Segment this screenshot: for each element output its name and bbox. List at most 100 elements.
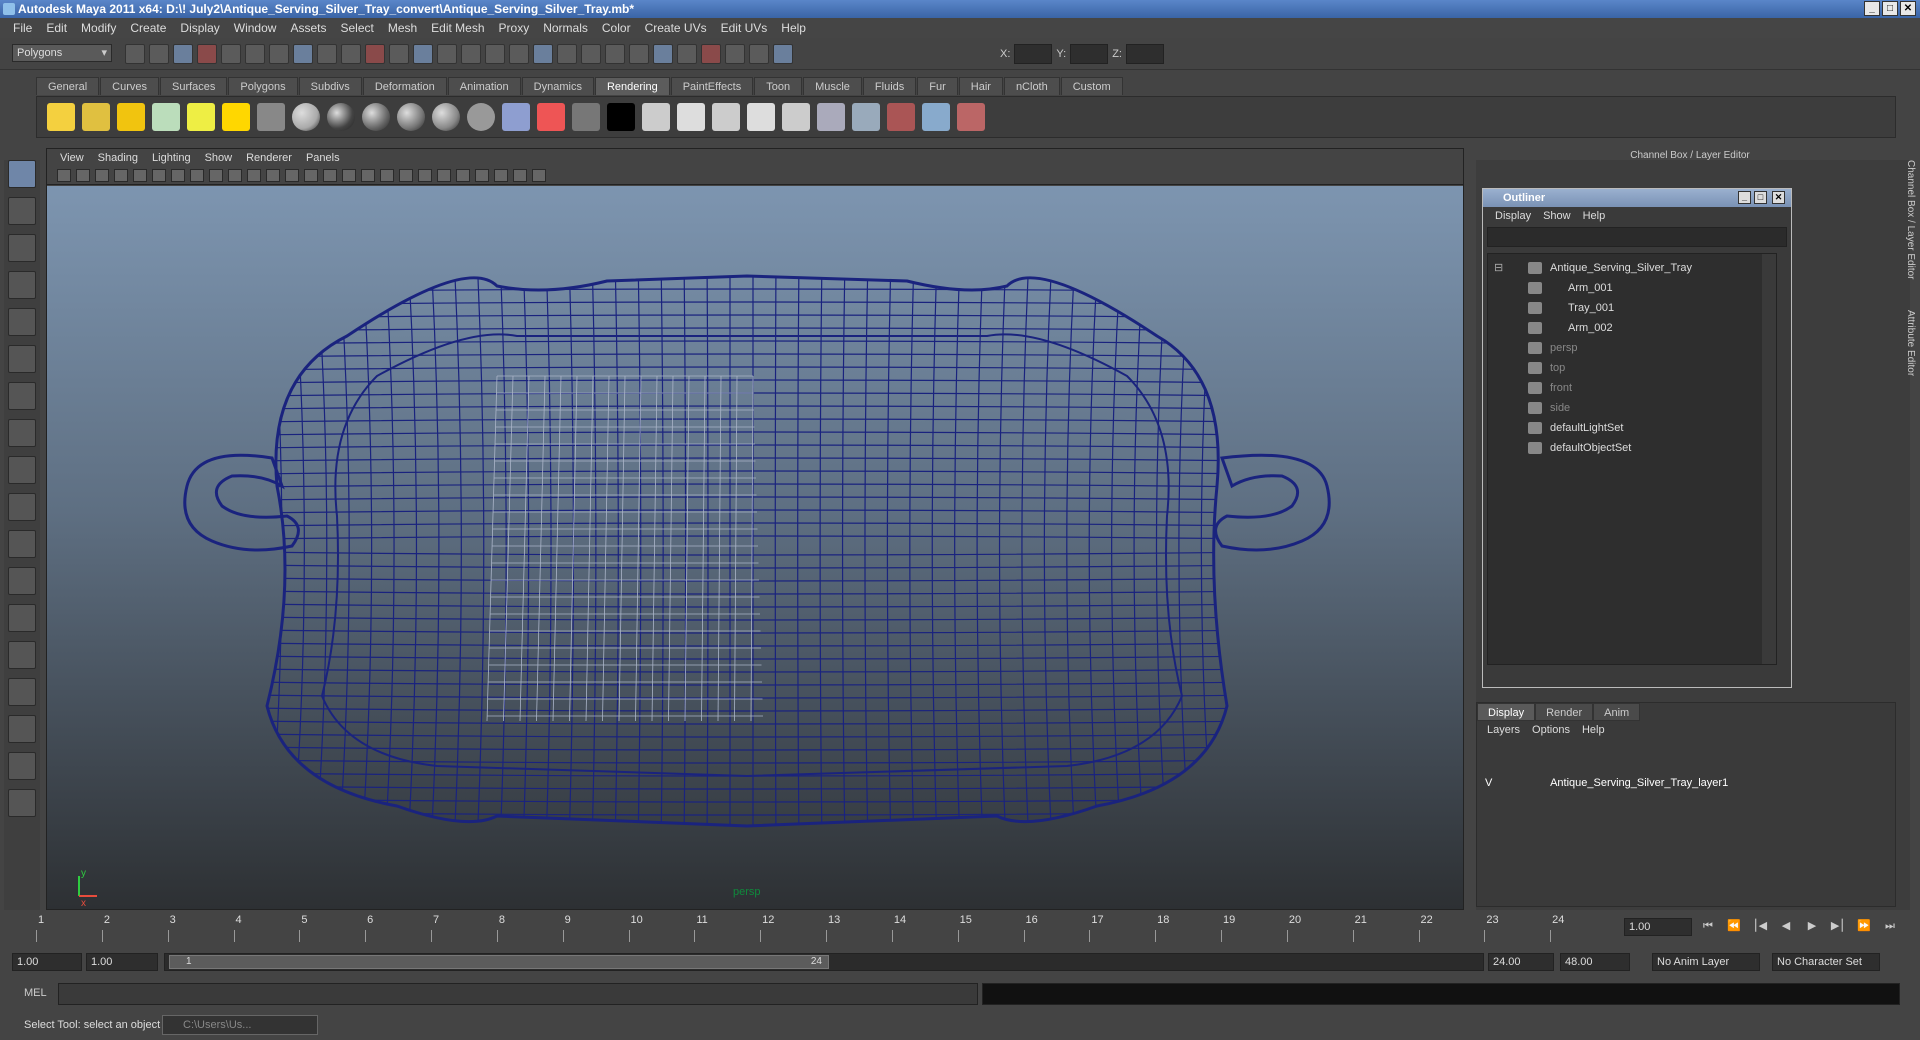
viewport-menu-view[interactable]: View — [53, 152, 91, 164]
side-tab-channel-box[interactable]: Channel Box / Layer Editor — [1900, 160, 1916, 290]
y-field[interactable] — [1070, 44, 1109, 64]
status-tool-icon[interactable] — [461, 44, 481, 64]
status-tool-icon[interactable] — [701, 44, 721, 64]
select-tool-icon[interactable] — [8, 160, 36, 188]
step-forward-key-icon[interactable]: ▶⎮ — [1830, 918, 1846, 934]
shelf-tool-icon[interactable] — [397, 103, 425, 131]
menu-file[interactable]: File — [6, 21, 39, 35]
outliner-maximize-button[interactable]: □ — [1754, 191, 1767, 204]
shelf-tool-icon[interactable] — [677, 103, 705, 131]
outliner-item[interactable]: top — [1488, 358, 1776, 378]
shelf-tool-icon[interactable] — [747, 103, 775, 131]
shelf-tool-icon[interactable] — [817, 103, 845, 131]
status-tool-icon[interactable] — [413, 44, 433, 64]
viewport-tool-icon[interactable] — [133, 169, 147, 182]
script-layout-icon[interactable] — [8, 752, 36, 780]
viewport-tool-icon[interactable] — [494, 169, 508, 182]
shelf-tool-icon[interactable] — [642, 103, 670, 131]
close-button[interactable]: ✕ — [1900, 1, 1916, 16]
command-language-label[interactable]: MEL — [24, 987, 47, 999]
outliner-item[interactable]: persp — [1488, 338, 1776, 358]
menu-proxy[interactable]: Proxy — [492, 21, 537, 35]
layer-tab-anim[interactable]: Anim — [1593, 703, 1641, 721]
time-slider[interactable]: 1 2 3 4 5 6 7 8 9 10 11 12 13 14 15 16 17 18 19 20 21 22 23 24 — [12, 912, 1624, 944]
shelf-tab-curves[interactable]: Curves — [100, 77, 159, 95]
viewport-tool-icon[interactable] — [342, 169, 356, 182]
status-tool-icon[interactable] — [245, 44, 265, 64]
status-tool-icon[interactable] — [149, 44, 169, 64]
status-tool-icon[interactable] — [365, 44, 385, 64]
range-slider[interactable]: 1 24 — [164, 953, 1484, 971]
shelf-tool-icon[interactable] — [82, 103, 110, 131]
side-tab-attribute-editor[interactable]: Attribute Editor — [1900, 310, 1916, 400]
go-to-start-icon[interactable]: ⏮ — [1700, 918, 1716, 934]
menu-display[interactable]: Display — [173, 21, 226, 35]
layer-visibility-toggle[interactable]: V — [1485, 773, 1507, 793]
shelf-tab-polygons[interactable]: Polygons — [228, 77, 298, 95]
viewport-tool-icon[interactable] — [285, 169, 299, 182]
menu-window[interactable]: Window — [227, 21, 284, 35]
single-view-layout-icon[interactable] — [8, 530, 36, 558]
shelf-tool-icon[interactable] — [257, 103, 285, 131]
status-tool-icon[interactable] — [221, 44, 241, 64]
shelf-tool-icon[interactable] — [117, 103, 145, 131]
shelf-tab-ncloth[interactable]: nCloth — [1003, 77, 1060, 95]
menu-edit[interactable]: Edit — [39, 21, 74, 35]
soft-mod-tool-icon[interactable] — [8, 419, 36, 447]
viewport-tool-icon[interactable] — [418, 169, 432, 182]
range-slider-handle[interactable]: 1 24 — [169, 955, 829, 969]
shelf-tool-icon[interactable] — [922, 103, 950, 131]
lasso-tool-icon[interactable] — [8, 197, 36, 225]
layer-menu-options[interactable]: Options — [1526, 724, 1576, 736]
outliner-item[interactable]: side — [1488, 398, 1776, 418]
menu-select[interactable]: Select — [333, 21, 380, 35]
viewport-tool-icon[interactable] — [190, 169, 204, 182]
shelf-tool-icon[interactable] — [432, 103, 460, 131]
minimized-window-button[interactable]: C:\Users\Us... — [162, 1015, 318, 1035]
menu-set-dropdown[interactable]: Polygons — [12, 44, 112, 62]
viewport-tool-icon[interactable] — [437, 169, 451, 182]
viewport-tool-icon[interactable] — [532, 169, 546, 182]
menu-modify[interactable]: Modify — [74, 21, 123, 35]
outliner-item[interactable]: Antique_Serving_Silver_Tray ⊟ — [1488, 258, 1776, 278]
play-forwards-icon[interactable]: ▶ — [1804, 918, 1820, 934]
four-view-layout-icon[interactable] — [8, 567, 36, 595]
viewport-tool-icon[interactable] — [456, 169, 470, 182]
play-backwards-icon[interactable]: ◀ — [1778, 918, 1794, 934]
layer-tab-display[interactable]: Display — [1477, 703, 1536, 721]
outliner-search-input[interactable] — [1487, 227, 1787, 247]
status-tool-icon[interactable] — [269, 44, 289, 64]
x-field[interactable] — [1014, 44, 1053, 64]
shelf-tab-custom[interactable]: Custom — [1060, 77, 1123, 95]
outliner-item[interactable]: front — [1488, 378, 1776, 398]
menu-create[interactable]: Create — [123, 21, 173, 35]
shelf-tool-icon[interactable] — [572, 103, 600, 131]
outliner-layout-icon[interactable] — [8, 604, 36, 632]
shelf-tab-general[interactable]: General — [36, 77, 100, 95]
viewport-tool-icon[interactable] — [247, 169, 261, 182]
shelf-tab-muscle[interactable]: Muscle — [803, 77, 862, 95]
status-tool-icon[interactable] — [317, 44, 337, 64]
menu-help[interactable]: Help — [774, 21, 813, 35]
custom-layout-icon[interactable] — [8, 715, 36, 743]
outliner-minimize-button[interactable]: _ — [1738, 191, 1751, 204]
outliner-menu-help[interactable]: Help — [1577, 210, 1612, 222]
viewport-tool-icon[interactable] — [228, 169, 242, 182]
shelf-tool-icon[interactable] — [152, 103, 180, 131]
status-tool-icon[interactable] — [677, 44, 697, 64]
status-tool-icon[interactable] — [341, 44, 361, 64]
shelf-tool-icon[interactable] — [47, 103, 75, 131]
anim-layer-dropdown[interactable]: No Anim Layer — [1652, 953, 1760, 971]
menu-create-uvs[interactable]: Create UVs — [638, 21, 714, 35]
shelf-tab-fur[interactable]: Fur — [917, 77, 958, 95]
viewport-menu-panels[interactable]: Panels — [299, 152, 347, 164]
shelf-tool-icon[interactable] — [537, 103, 565, 131]
playback-start-field[interactable]: 1.00 — [86, 953, 158, 971]
viewport-canvas[interactable]: persp y x — [47, 186, 1463, 909]
status-tool-icon[interactable] — [533, 44, 553, 64]
status-tool-icon[interactable] — [653, 44, 673, 64]
move-tool-icon[interactable] — [8, 271, 36, 299]
shelf-tool-icon[interactable] — [187, 103, 215, 131]
viewport-tool-icon[interactable] — [380, 169, 394, 182]
status-tool-icon[interactable] — [173, 44, 193, 64]
